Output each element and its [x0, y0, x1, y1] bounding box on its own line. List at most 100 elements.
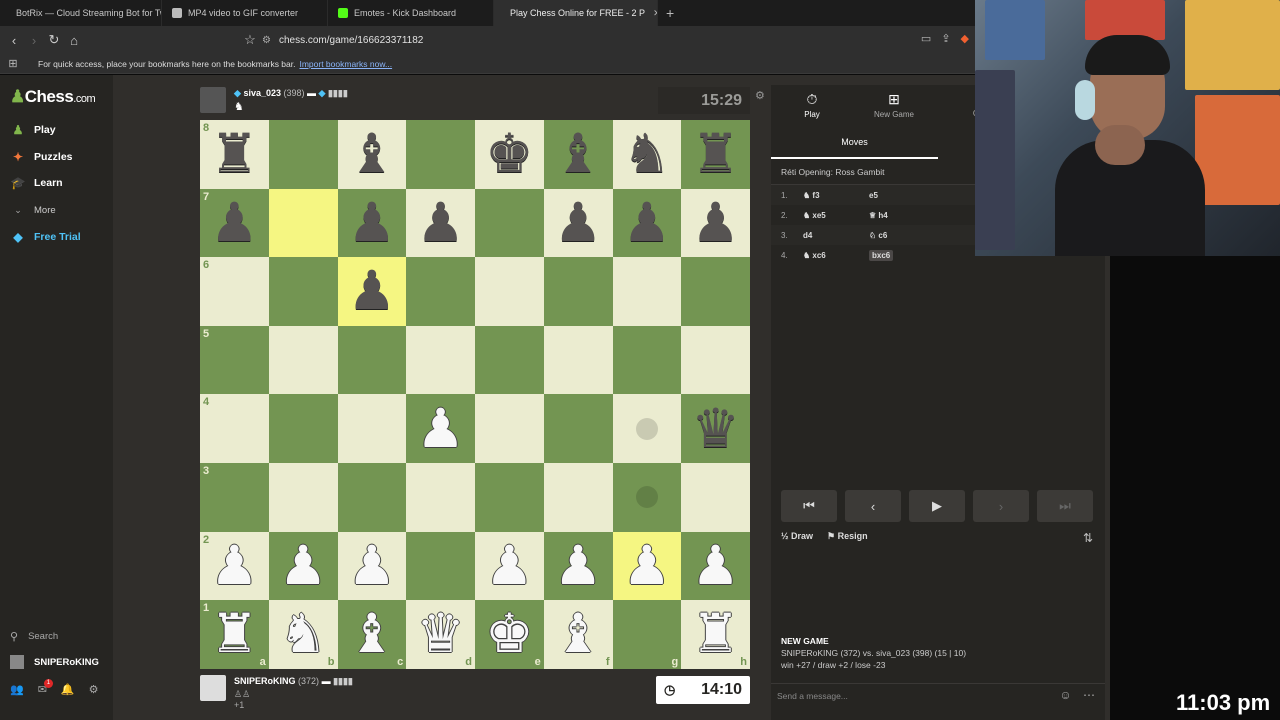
import-bookmarks-link[interactable]: Import bookmarks now... [299, 59, 392, 69]
white-king-icon[interactable]: ♚ [485, 607, 533, 661]
square-c7[interactable]: ♟ [337, 188, 407, 258]
tab-moves[interactable]: Moves [771, 125, 938, 159]
square-d7[interactable]: ♟ [406, 188, 475, 258]
square-g6[interactable] [612, 257, 682, 326]
black-king-icon[interactable]: ♚ [485, 127, 533, 181]
square-e1[interactable]: e ♚ [475, 600, 544, 669]
square-c2[interactable]: ♟ [337, 531, 407, 601]
black-pawn-icon[interactable]: ♟ [554, 195, 602, 250]
square-a8[interactable]: 8 ♜ [200, 120, 269, 189]
square-b1[interactable]: b ♞ [268, 600, 338, 669]
square-h7[interactable]: ♟ [681, 188, 750, 258]
square-a3[interactable]: 3 [200, 462, 269, 532]
square-a7[interactable]: 7 ♟ [200, 188, 269, 258]
square-f1[interactable]: f ♝ [543, 600, 613, 669]
new-tab-button[interactable]: + [658, 5, 682, 21]
square-e3[interactable] [475, 462, 544, 532]
previous-move-button[interactable]: ‹ [845, 490, 901, 522]
sidebar-item-learn[interactable]: 🎓 Learn [10, 173, 63, 193]
square-b4[interactable] [268, 394, 338, 463]
white-pawn-icon[interactable]: ♟ [554, 538, 602, 593]
square-f3[interactable] [543, 462, 613, 532]
square-e7[interactable] [475, 188, 544, 258]
flip-board-icon[interactable]: ⇅ [1083, 531, 1093, 545]
square-e2[interactable]: ♟ [475, 531, 544, 601]
square-b3[interactable] [268, 462, 338, 532]
mail-icon[interactable]: ✉ 1 [38, 679, 53, 696]
home-icon[interactable]: ⌂ [64, 33, 84, 48]
white-pawn-icon[interactable]: ♟ [348, 538, 396, 593]
square-g8[interactable]: ♞ [612, 120, 682, 189]
more-options-icon[interactable]: ⋯ [1083, 688, 1095, 702]
next-move-button[interactable]: › [973, 490, 1029, 522]
square-c8[interactable]: ♝ [337, 120, 407, 189]
square-f5[interactable] [543, 325, 613, 395]
sidebar-item-free-trial[interactable]: ◆ Free Trial [10, 227, 80, 247]
sidebar-search[interactable]: ⚲ Search [10, 630, 58, 643]
site-info-icon[interactable]: ⚙ [262, 35, 271, 46]
square-b7[interactable] [268, 188, 338, 258]
square-f8[interactable]: ♝ [543, 120, 613, 189]
square-a1[interactable]: 1 a ♜ [200, 600, 269, 669]
square-h2[interactable]: ♟ [681, 531, 750, 601]
play-moves-button[interactable]: ▶ [909, 490, 965, 522]
black-knight-icon[interactable]: ♞ [623, 127, 671, 181]
friends-icon[interactable]: 👥 [10, 683, 24, 696]
last-move-button[interactable]: ⏭ [1037, 490, 1093, 522]
opponent-name[interactable]: siva_023 [243, 88, 281, 98]
brave-shield-icon[interactable]: ◆ [961, 32, 969, 45]
move-hint-dot[interactable] [635, 486, 658, 509]
white-pawn-icon[interactable]: ♟ [279, 538, 327, 593]
white-bishop-icon[interactable]: ♝ [348, 607, 396, 661]
tab-new-game[interactable]: ⊞ New Game [853, 85, 935, 125]
square-c5[interactable] [337, 325, 407, 395]
black-pawn-icon[interactable]: ♟ [348, 195, 396, 250]
black-pawn-icon[interactable]: ♟ [691, 195, 739, 250]
draw-button[interactable]: ½ Draw [781, 531, 813, 542]
square-f7[interactable]: ♟ [543, 188, 613, 258]
square-f6[interactable] [543, 257, 613, 326]
black-pawn-icon[interactable]: ♟ [348, 264, 396, 318]
square-e5[interactable] [475, 325, 544, 395]
black-queen-icon[interactable]: ♛ [691, 401, 739, 456]
square-h1[interactable]: h ♜ [681, 600, 750, 669]
square-a2[interactable]: 2 ♟ [200, 531, 269, 601]
white-rook-icon[interactable]: ♜ [210, 607, 258, 661]
reload-icon[interactable]: ↻ [44, 32, 64, 48]
chat-input[interactable]: Send a message... [771, 683, 1105, 707]
square-g7[interactable]: ♟ [612, 188, 682, 258]
square-b5[interactable] [268, 325, 338, 395]
sidebar-item-more[interactable]: ⌄ More [10, 200, 55, 220]
black-pawn-icon[interactable]: ♟ [416, 195, 464, 250]
square-c3[interactable] [337, 462, 407, 532]
back-icon[interactable]: ‹ [4, 33, 24, 48]
black-move[interactable]: e5 [869, 191, 929, 200]
square-e4[interactable] [475, 394, 544, 463]
white-pawn-icon[interactable]: ♟ [691, 538, 739, 593]
black-rook-icon[interactable]: ♜ [210, 127, 258, 181]
white-pawn-icon[interactable]: ♟ [485, 538, 533, 593]
square-g3[interactable] [612, 462, 682, 532]
square-b8[interactable] [268, 120, 338, 189]
chess-board[interactable]: 8 ♜ ♝ ♚ ♝ ♞ ♜ 7 ♟ ♟ ♟ ♟ ♟ ♟ 6 ♟ 5 4 ♟ ♛ 3 2 ♟ ♟ ♟ ♟ ♟ ♟ ♟ 1 a ♜ b ♞ c ♝ d ♛ e ♚… [200, 120, 750, 669]
black-rook-icon[interactable]: ♜ [691, 127, 739, 181]
square-g1[interactable]: g [612, 600, 682, 669]
black-move[interactable]: ♘ c6 [869, 231, 929, 240]
tab-play[interactable]: ⏱ Play [771, 85, 853, 125]
square-b6[interactable] [268, 257, 338, 326]
square-c4[interactable] [337, 394, 407, 463]
square-d6[interactable] [406, 257, 475, 326]
square-d1[interactable]: d ♛ [406, 600, 475, 669]
emoji-icon[interactable]: ☺ [1059, 688, 1071, 702]
square-g4[interactable] [612, 394, 682, 463]
black-move[interactable]: bxc6 [869, 249, 894, 261]
white-knight-icon[interactable]: ♞ [279, 607, 327, 661]
white-move[interactable]: ♞ xc6 [803, 251, 869, 260]
square-h8[interactable]: ♜ [681, 120, 750, 189]
white-queen-icon[interactable]: ♛ [416, 607, 464, 661]
square-f2[interactable]: ♟ [543, 531, 613, 601]
apps-grid-icon[interactable]: ⊞ [0, 57, 26, 70]
square-a5[interactable]: 5 [200, 325, 269, 395]
square-g2[interactable]: ♟ [612, 531, 682, 601]
resign-button[interactable]: ⚑ Resign [827, 531, 868, 542]
